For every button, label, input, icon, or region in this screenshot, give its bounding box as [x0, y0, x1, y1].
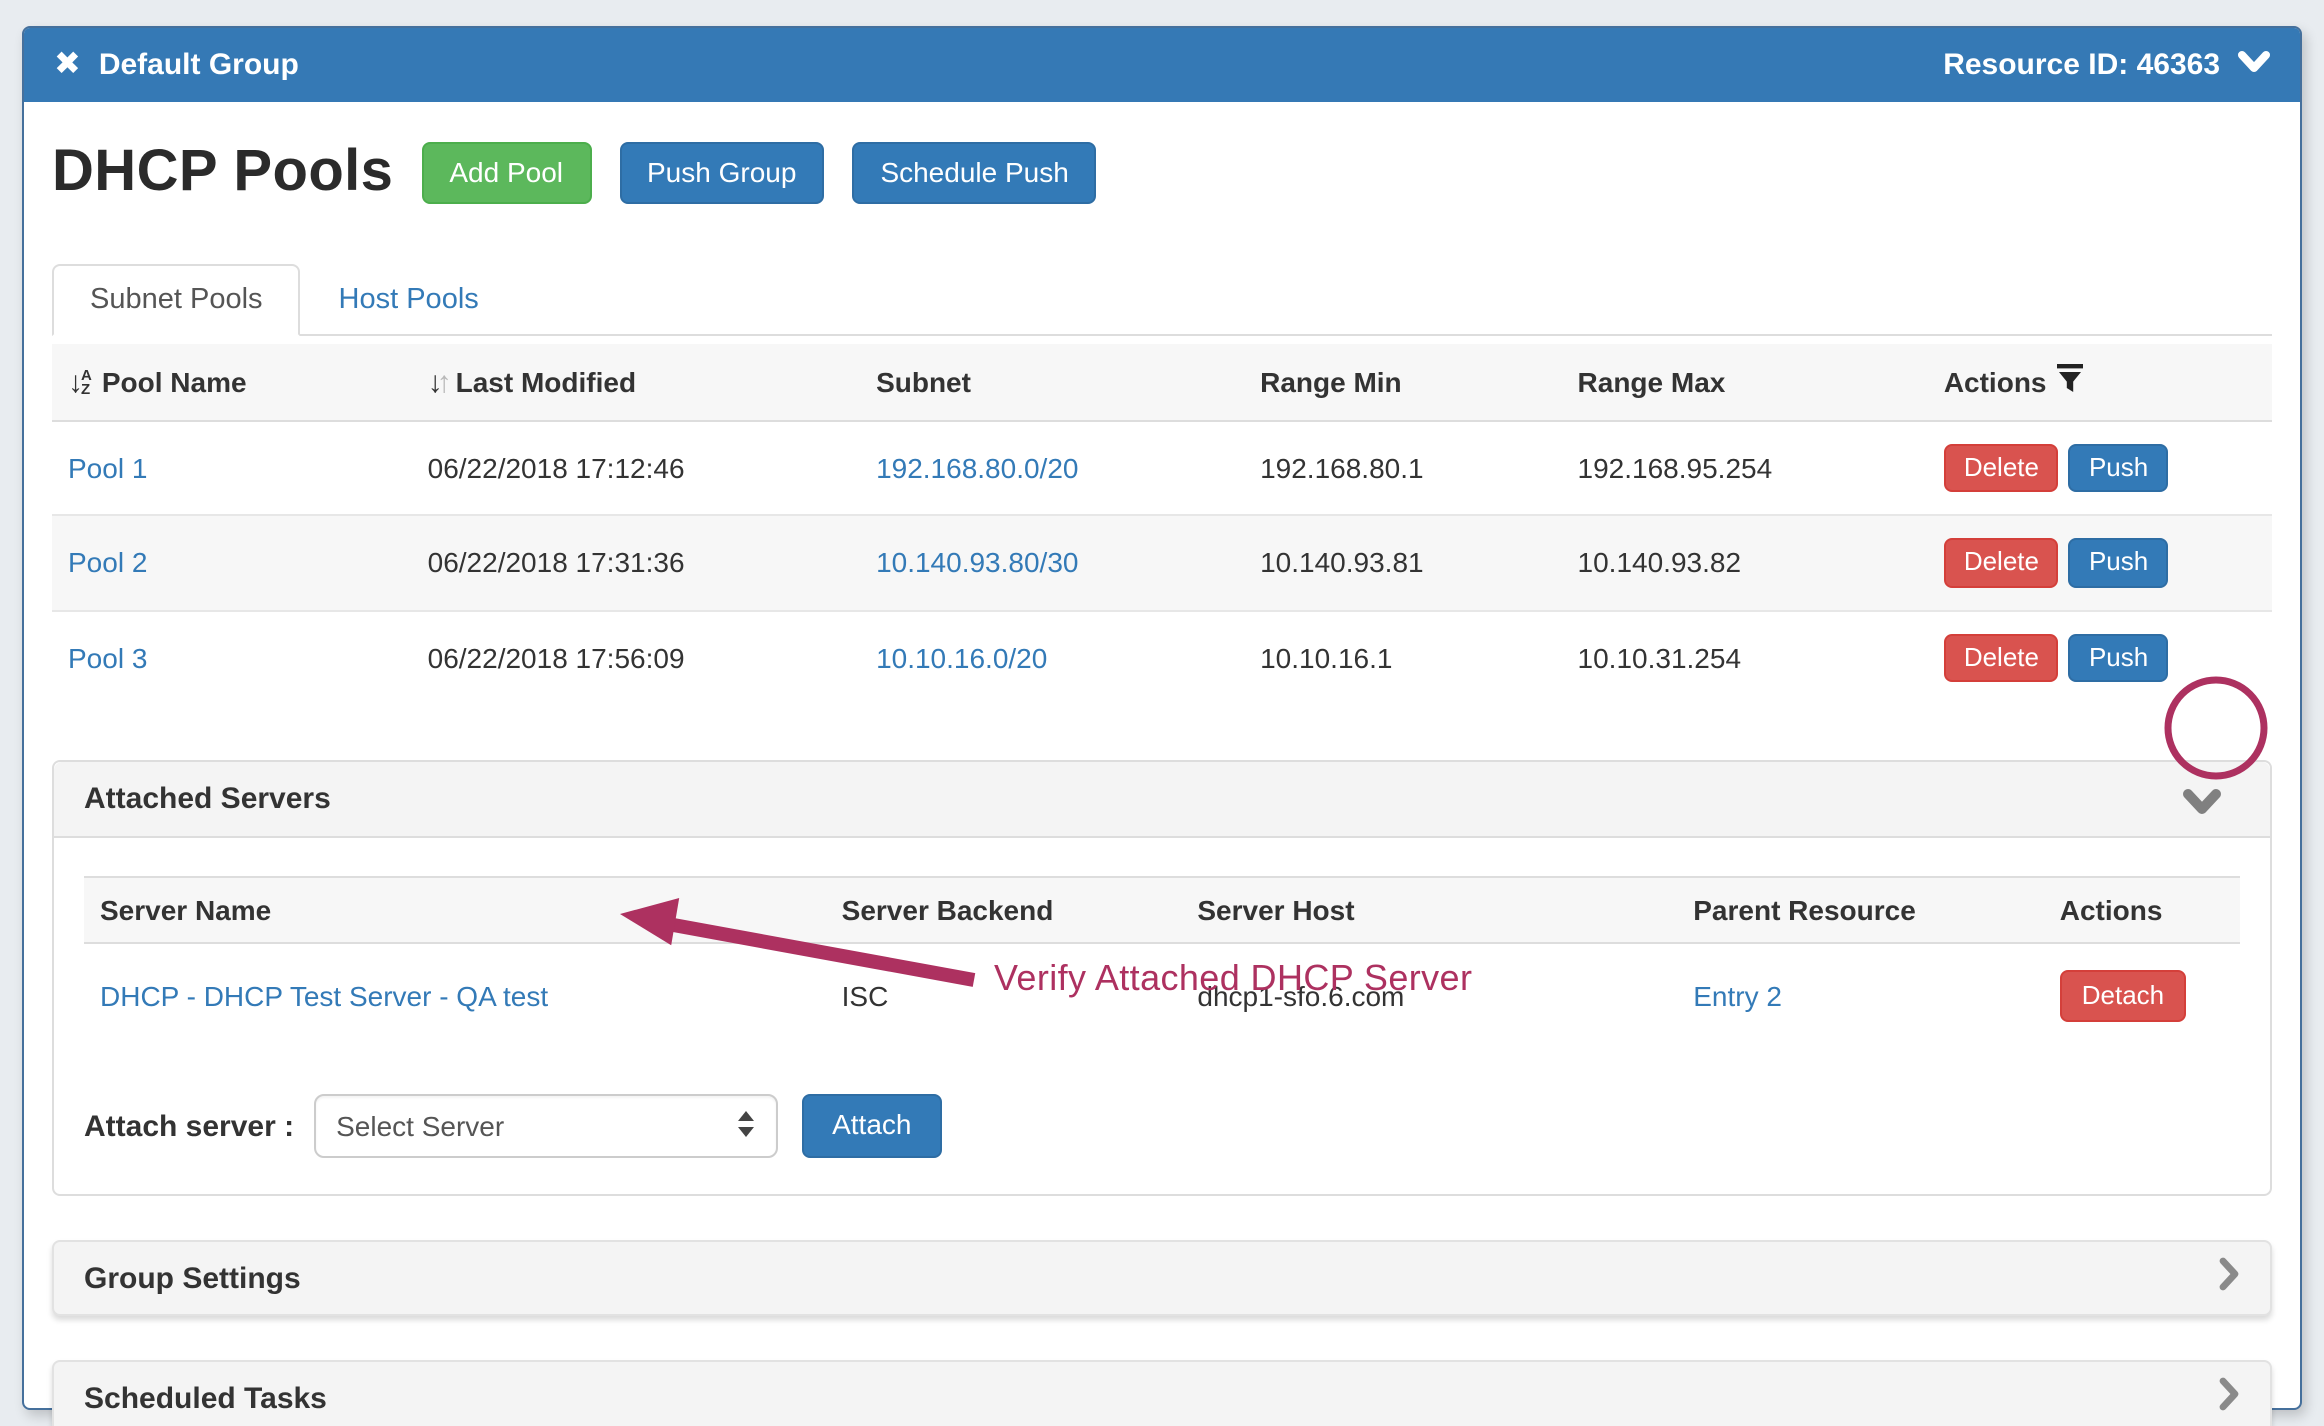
delete-pool-button[interactable]: Delete	[1944, 444, 2059, 493]
range-max-column-header: Range Max	[1562, 344, 1928, 421]
server-name-column-header: Server Name	[84, 877, 826, 943]
push-pool-button[interactable]: Push	[2069, 444, 2168, 493]
delete-pool-button[interactable]: Delete	[1944, 539, 2059, 588]
range-max-value: 10.140.93.82	[1578, 547, 1742, 579]
last-modified-value: 06/22/2018 17:56:09	[428, 641, 685, 673]
server-actions-column-header: Actions	[2044, 877, 2240, 943]
group-card: ✖ Default Group Resource ID: 46363 DHCP …	[22, 26, 2302, 1410]
scheduled-tasks-panel[interactable]: Scheduled Tasks	[52, 1360, 2272, 1426]
group-settings-panel[interactable]: Group Settings	[52, 1240, 2272, 1316]
server-name-link[interactable]: DHCP - DHCP Test Server - QA test	[100, 980, 548, 1012]
sort-alpha-icon: ↓ AZ	[68, 368, 92, 398]
page: ✖ Default Group Resource ID: 46363 DHCP …	[0, 0, 2324, 1426]
filter-icon[interactable]	[2057, 364, 2085, 400]
subnet-link[interactable]: 192.168.80.0/20	[876, 452, 1078, 484]
detach-button[interactable]: Detach	[2060, 970, 2186, 1023]
range-min-column-header: Range Min	[1244, 344, 1561, 421]
servers-table-header-row: Server Name Server Backend Server Host P…	[84, 877, 2240, 943]
attached-servers-title: Attached Servers	[84, 782, 331, 816]
resource-id-dropdown[interactable]: Resource ID: 46363	[1943, 48, 2270, 82]
group-settings-title: Group Settings	[84, 1261, 301, 1295]
range-min-value: 192.168.80.1	[1260, 452, 1424, 484]
add-pool-button[interactable]: Add Pool	[421, 142, 591, 205]
attached-servers-panel: Attached Servers Server Name	[52, 760, 2272, 1197]
pool-row-3: Pool 3 06/22/2018 17:56:09 10.10.16.0/20…	[52, 610, 2272, 704]
range-max-value: 192.168.95.254	[1578, 452, 1773, 484]
page-title: DHCP Pools	[52, 140, 393, 206]
chevron-down-icon	[2238, 48, 2270, 82]
schedule-push-button[interactable]: Schedule Push	[852, 142, 1096, 205]
subnet-link[interactable]: 10.10.16.0/20	[876, 641, 1047, 673]
server-select-value: Select Server	[336, 1110, 504, 1142]
server-row: DHCP - DHCP Test Server - QA test ISC dh…	[84, 943, 2240, 1047]
push-pool-button[interactable]: Push	[2069, 539, 2168, 588]
tab-host-pools[interactable]: Host Pools	[301, 264, 517, 336]
parent-resource-link[interactable]: Entry 2	[1693, 980, 1782, 1012]
pool-link[interactable]: Pool 3	[68, 641, 147, 673]
server-backend-value: ISC	[842, 980, 889, 1012]
actions-column-header[interactable]: Actions	[1928, 344, 2272, 421]
attached-servers-header[interactable]: Attached Servers	[54, 762, 2270, 838]
pools-table: ↓ AZ Pool Name ↓↑ Last Modified	[52, 344, 2272, 704]
pools-table-header-row: ↓ AZ Pool Name ↓↑ Last Modified	[52, 344, 2272, 421]
attach-button[interactable]: Attach	[802, 1095, 941, 1158]
last-modified-value: 06/22/2018 17:31:36	[428, 547, 685, 579]
pool-row-2: Pool 2 06/22/2018 17:31:36 10.140.93.80/…	[52, 516, 2272, 611]
attach-server-label: Attach server :	[84, 1109, 294, 1143]
sort-updown-icon: ↓↑	[428, 368, 446, 398]
pool-tabs: Subnet Pools Host Pools	[52, 264, 2272, 336]
subnet-link[interactable]: 10.140.93.80/30	[876, 547, 1078, 579]
scheduled-tasks-title: Scheduled Tasks	[84, 1381, 327, 1415]
range-max-value: 10.10.31.254	[1578, 641, 1742, 673]
delete-pool-button[interactable]: Delete	[1944, 633, 2059, 682]
pool-link[interactable]: Pool 2	[68, 547, 147, 579]
server-select[interactable]: Select Server	[314, 1094, 778, 1158]
push-group-button[interactable]: Push Group	[619, 142, 824, 205]
chevron-right-icon	[2218, 1256, 2240, 1300]
tab-subnet-pools[interactable]: Subnet Pools	[52, 264, 301, 336]
push-pool-button[interactable]: Push	[2069, 633, 2168, 682]
servers-table: Server Name Server Backend Server Host P…	[84, 876, 2240, 1047]
select-stepper-icon	[736, 1109, 756, 1143]
pool-row-1: Pool 1 06/22/2018 17:12:46 192.168.80.0/…	[52, 421, 2272, 516]
range-min-value: 10.10.16.1	[1260, 641, 1392, 673]
pool-link[interactable]: Pool 1	[68, 452, 147, 484]
resource-id-label: Resource ID: 46363	[1943, 48, 2220, 82]
last-modified-column-header[interactable]: ↓↑ Last Modified	[412, 344, 860, 421]
chevron-right-icon	[2218, 1376, 2240, 1420]
range-min-value: 10.140.93.81	[1260, 547, 1424, 579]
parent-resource-column-header: Parent Resource	[1677, 877, 2044, 943]
server-host-column-header: Server Host	[1181, 877, 1677, 943]
pool-name-column-header[interactable]: ↓ AZ Pool Name	[52, 344, 412, 421]
group-card-header: ✖ Default Group Resource ID: 46363	[24, 28, 2300, 102]
subnet-column-header: Subnet	[860, 344, 1244, 421]
close-icon[interactable]: ✖	[54, 49, 81, 81]
chevron-down-icon[interactable]	[2182, 788, 2222, 824]
server-backend-column-header: Server Backend	[826, 877, 1182, 943]
group-title: Default Group	[99, 48, 299, 82]
server-host-value: dhcp1-sfo.6.com	[1197, 980, 1404, 1012]
last-modified-value: 06/22/2018 17:12:46	[428, 452, 685, 484]
